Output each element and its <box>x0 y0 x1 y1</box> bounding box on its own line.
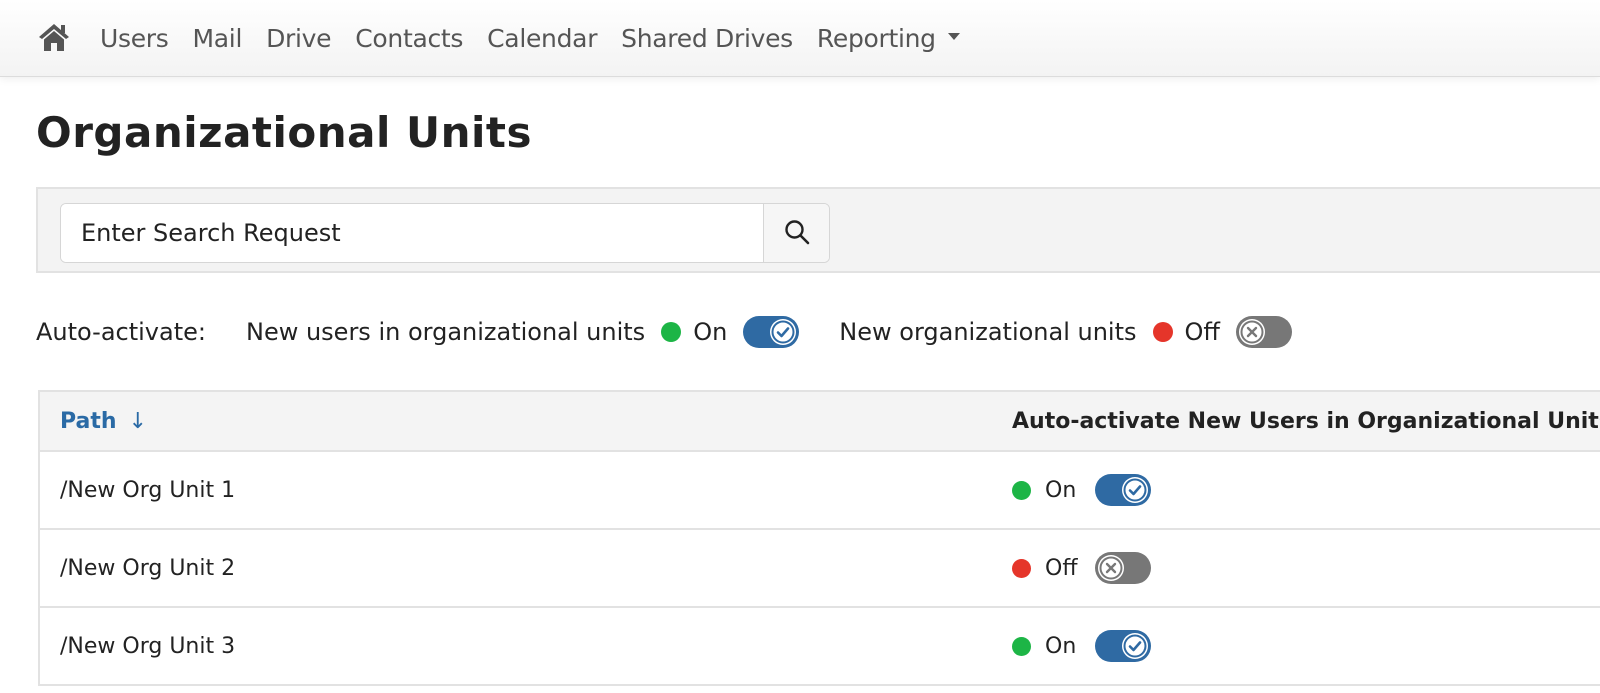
search-button[interactable] <box>763 204 829 262</box>
status-dot-off <box>1012 558 1031 578</box>
row-auto-activate: On <box>1012 608 1151 684</box>
row-toggle[interactable] <box>1095 630 1151 662</box>
x-icon <box>1098 555 1125 581</box>
path-header-label: Path <box>60 408 117 434</box>
nav-users[interactable]: Users <box>100 24 169 53</box>
status-dot-on <box>1012 636 1031 656</box>
search-icon <box>784 219 810 248</box>
nav-drive[interactable]: Drive <box>266 24 331 53</box>
check-icon <box>1122 633 1148 659</box>
row-toggle[interactable] <box>1095 552 1152 584</box>
setting-new-ous-label: New organizational units <box>839 318 1137 346</box>
table-row: /New Org Unit 2 Off <box>40 530 1600 608</box>
nav-contacts[interactable]: Contacts <box>355 24 463 53</box>
table-row: /New Org Unit 1 On <box>40 452 1600 530</box>
nav-reporting-label: Reporting <box>816 23 936 53</box>
row-auto-activate: Off <box>1012 530 1152 606</box>
home-icon[interactable] <box>38 22 70 52</box>
nav-links: Users Mail Drive Contacts Calendar Share… <box>100 0 984 76</box>
row-state: On <box>1045 633 1077 659</box>
status-dot-off <box>1152 322 1173 342</box>
status-dot-on <box>1012 480 1031 500</box>
check-icon <box>1122 477 1148 503</box>
search-panel <box>36 187 1600 273</box>
top-navbar: Users Mail Drive Contacts Calendar Share… <box>0 0 1600 77</box>
row-state: Off <box>1045 555 1078 581</box>
nav-mail[interactable]: Mail <box>193 24 243 53</box>
search-group <box>60 203 830 263</box>
check-icon <box>770 319 797 345</box>
row-state: On <box>1045 477 1077 503</box>
nav-reporting-dropdown[interactable]: Reporting <box>817 24 960 53</box>
row-path: /New Org Unit 2 <box>60 555 236 581</box>
new-ous-toggle[interactable] <box>1235 316 1292 348</box>
auto-activate-row: Auto-activate: New users in organization… <box>36 312 1292 352</box>
org-units-table: Path ↓ Auto-activate New Users in Organi… <box>38 390 1600 686</box>
setting-new-users-label: New users in organizational units <box>245 318 646 346</box>
setting-new-ous-state: Off <box>1184 318 1220 346</box>
page-title: Organizational Units <box>36 108 532 157</box>
new-users-toggle[interactable] <box>743 316 800 348</box>
sort-down-icon: ↓ <box>128 408 147 434</box>
x-icon <box>1238 319 1265 345</box>
row-toggle[interactable] <box>1095 474 1151 506</box>
auto-activate-label: Auto-activate: <box>36 318 206 346</box>
status-dot-on <box>661 322 682 342</box>
nav-calendar[interactable]: Calendar <box>487 24 597 53</box>
row-auto-activate: On <box>1012 452 1151 528</box>
column-header-path[interactable]: Path ↓ <box>60 392 147 450</box>
row-path: /New Org Unit 1 <box>60 477 236 503</box>
nav-shared-drives[interactable]: Shared Drives <box>621 24 793 53</box>
column-header-auto-activate: Auto-activate New Users in Organizationa… <box>1012 408 1600 434</box>
search-input[interactable] <box>61 204 763 262</box>
table-row: /New Org Unit 3 On <box>40 608 1600 686</box>
caret-down-icon <box>947 33 960 40</box>
table-header: Path ↓ Auto-activate New Users in Organi… <box>40 392 1600 452</box>
row-path: /New Org Unit 3 <box>60 633 236 659</box>
setting-new-users-state: On <box>693 318 728 346</box>
